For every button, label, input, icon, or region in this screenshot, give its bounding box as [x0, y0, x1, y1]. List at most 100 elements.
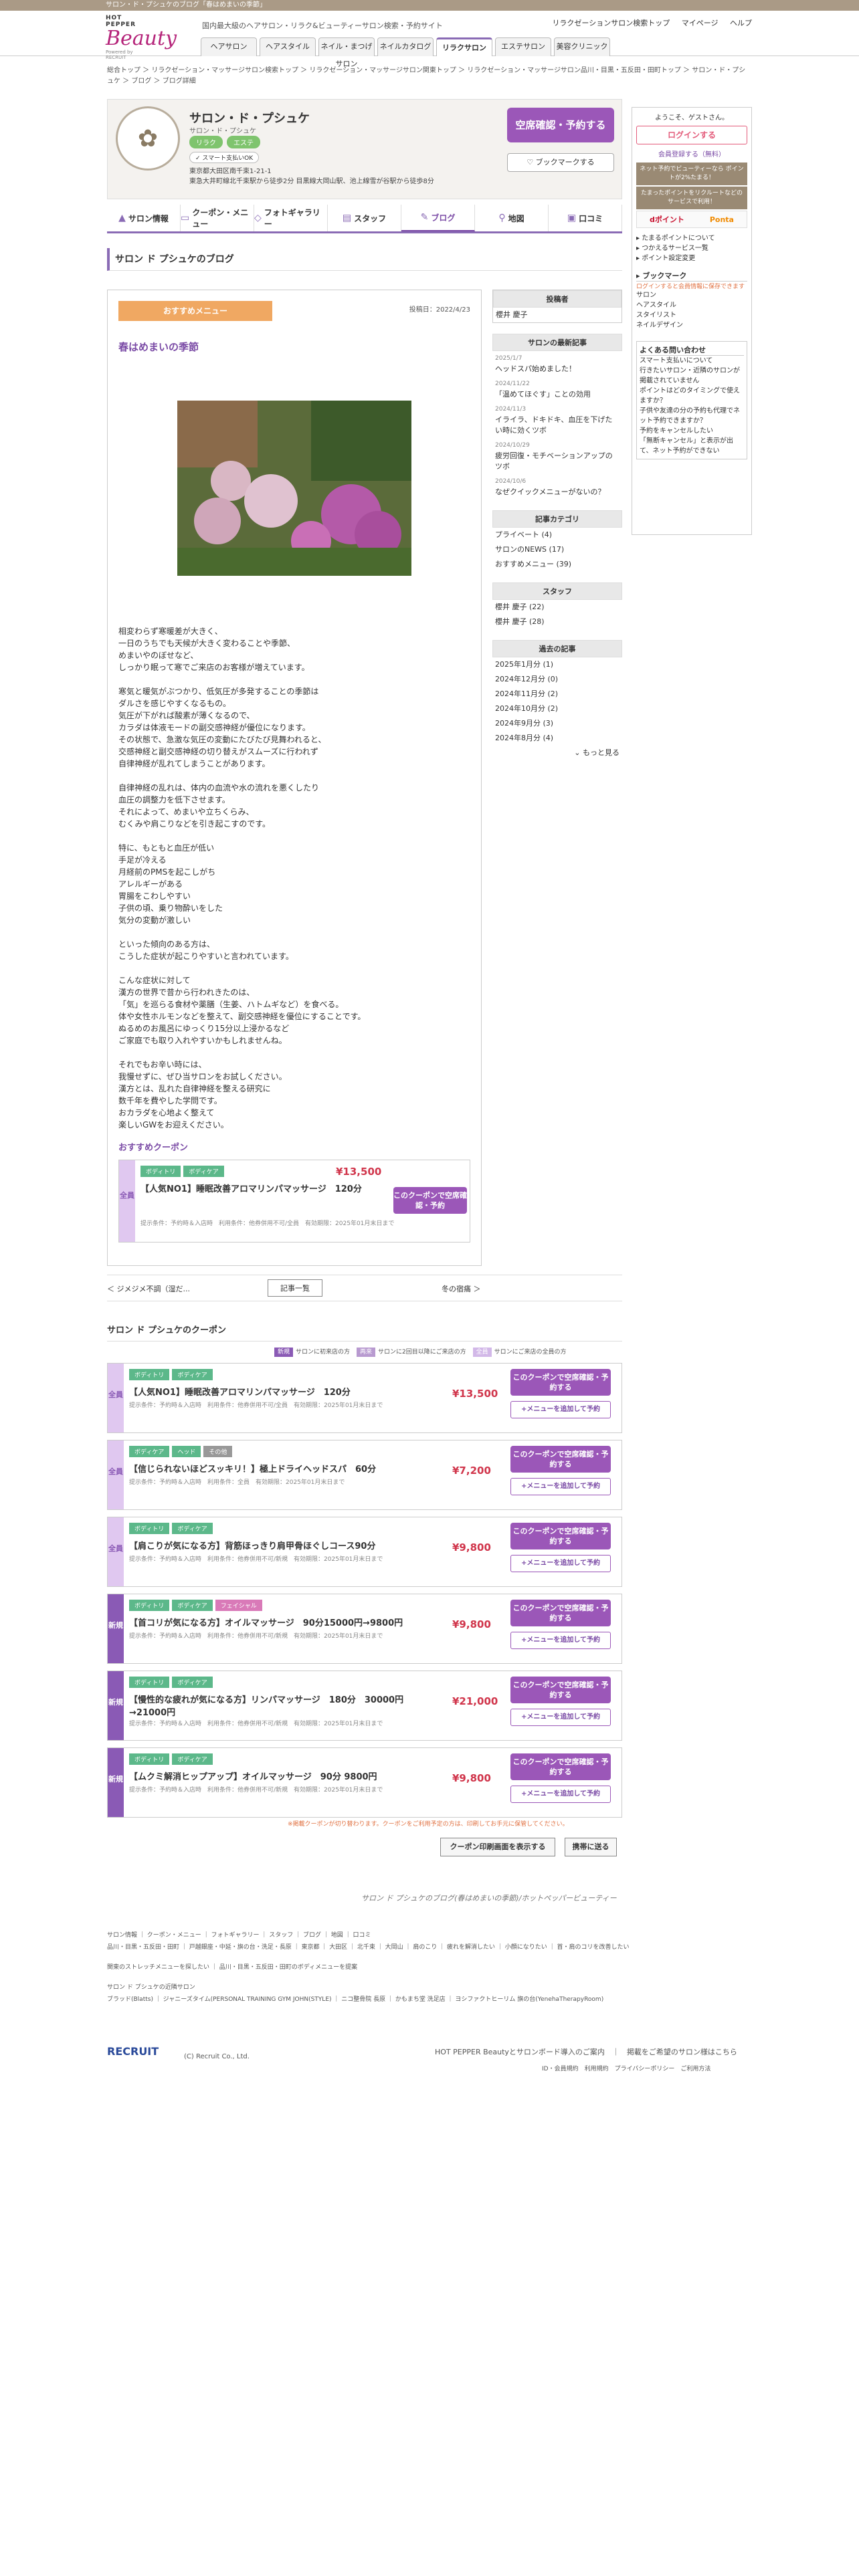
book-button[interactable]: 空席確認・予約する [507, 108, 614, 142]
tab-map[interactable]: ⚲ 地図 [475, 205, 549, 231]
tab-staff[interactable]: ▤ スタッフ [328, 205, 401, 231]
tab-coupon[interactable]: ▭ クーポン・メニュー [181, 205, 254, 231]
coupon-name[interactable]: 【人気NO1】睡眠改善アロマリンパマッサージ 120分 [129, 1385, 351, 1398]
archive-item[interactable]: 2024年11月分 (2) [492, 687, 622, 702]
point-link[interactable]: ▸ たまるポイントについて [636, 233, 747, 243]
footer-link[interactable]: スタッフ [269, 1932, 293, 1939]
bookmark-nail[interactable]: ネイルデザイン [636, 320, 747, 330]
bookmark-hairstyle[interactable]: ヘアスタイル [636, 300, 747, 310]
coupon-name[interactable]: 【人気NO1】睡眠改善アロマリンパマッサージ 120分 [140, 1182, 395, 1194]
faq-item[interactable]: 行きたいサロン・近隣のサロンが掲載されていません [640, 366, 744, 386]
coupon-book-button[interactable]: このクーポンで空席確認・予約 [393, 1187, 467, 1214]
recent-item[interactable]: 2024/11/3 イライラ、ドキドキ、血圧を下げたい時に効くツボ [492, 402, 622, 438]
faq-item[interactable]: ポイントはどのタイミングで使えますか？ [640, 386, 744, 406]
next-post-link[interactable]: 冬の宿痛 ＞ [442, 1283, 481, 1294]
coupon-book-button[interactable]: このクーポンで空席確認・予約する [510, 1677, 611, 1703]
gnav-clinic[interactable]: 美容クリニック [554, 37, 610, 56]
gnav-nailcatalog[interactable]: ネイルカタログ [377, 37, 434, 56]
prev-post-link[interactable]: ＜ ジメジメ不調（湿だ... [107, 1283, 190, 1294]
gnav-esthe[interactable]: エステサロン [495, 37, 551, 56]
footer-business-links[interactable]: HOT PEPPER Beautyとサロンボード導入のご案内 ｜ 掲載をご希望の… [435, 2046, 737, 2057]
footer-link[interactable]: ブログ [303, 1932, 321, 1939]
coupon-name[interactable]: 【慢性的な疲れが気になる方】リンパマッサージ 180分 30000円→21000… [129, 1693, 423, 1718]
footer-link[interactable]: クーポン・メニュー [147, 1932, 201, 1939]
more-link[interactable]: ⌄ もっと見る [492, 746, 622, 760]
coupon-book-button[interactable]: このクーポンで空席確認・予約する [510, 1369, 611, 1396]
coupon-add-menu-button[interactable]: +メニューを追加して予約 [510, 1632, 611, 1649]
footer-link[interactable]: 地図 [331, 1932, 343, 1939]
faq-item[interactable]: 子供や友達の分の予約も代理でネット予約できますか？ [640, 406, 744, 426]
recent-item[interactable]: 2024/10/29 疲労回復・モチベーションアップのツボ [492, 438, 622, 474]
archive-item[interactable]: 2025年1月分 (1) [492, 657, 622, 672]
coupon-name[interactable]: 【信じられないほどスッキリ！】極上ドライヘッドスパ 60分 [129, 1462, 376, 1475]
archive-item[interactable]: 2024年12月分 (0) [492, 672, 622, 687]
mypage-link[interactable]: マイページ [682, 19, 719, 27]
coupon-add-menu-button[interactable]: +メニューを追加して予約 [510, 1401, 611, 1418]
faq-item[interactable]: スマート支払いについて [640, 356, 744, 366]
gnav-relax[interactable]: リラクサロン [436, 37, 492, 56]
recent-title: 疲労回復・モチベーションアップのツボ [495, 451, 613, 471]
recent-item[interactable]: 2024/10/6 なぜクイックメニューがないの？ [492, 474, 622, 500]
tab-photo[interactable]: ◇ フォトギャラリー [254, 205, 328, 231]
coupon-book-button[interactable]: このクーポンで空席確認・予約する [510, 1600, 611, 1626]
coupon-name[interactable]: 【肩こりが気になる方】背筋ほっきり肩甲骨ほぐしコース90分 [129, 1539, 375, 1551]
coupon-name[interactable]: 【首コリが気になる方】オイルマッサージ 90分15000円→9800円 [129, 1616, 403, 1628]
coupon-add-menu-button[interactable]: +メニューを追加して予約 [510, 1478, 611, 1495]
point-setting-link[interactable]: ▸ ポイント設定変更 [636, 253, 747, 263]
tab-review[interactable]: ▣ 口コミ [549, 205, 622, 231]
footer-link[interactable]: 口コミ [353, 1932, 371, 1939]
print-coupon-button[interactable]: クーポン印刷画面を表示する [440, 1838, 555, 1856]
footer-link[interactable]: フォトギャラリー [211, 1932, 260, 1939]
footer-link[interactable]: サロン情報 [107, 1932, 137, 1939]
recent-item[interactable]: 2025/1/7 ヘッドスパ始めました！ [492, 351, 622, 377]
register-link[interactable]: 会員登録する（無料） [636, 148, 747, 158]
coupon-book-button[interactable]: このクーポンで空席確認・予約する [510, 1753, 611, 1780]
smart-pay-badge[interactable]: ✓ スマート支払いOK [189, 152, 260, 163]
category-item[interactable]: プライベート (4) [492, 528, 622, 542]
coupon-price: ¥13,500 [452, 1388, 498, 1400]
coupon-add-menu-button[interactable]: +メニューを追加して予約 [510, 1709, 611, 1726]
coupon-book-button[interactable]: このクーポンで空席確認・予約する [510, 1446, 611, 1473]
archive-item[interactable]: 2024年10月分 (2) [492, 702, 622, 716]
staff-list: スタッフ 櫻井 慶子 (22) 櫻井 慶子 (28) [492, 582, 622, 629]
coupon-tags: ボディトリ ボディケア [129, 1369, 215, 1380]
coupon-book-button[interactable]: このクーポンで空席確認・予約する [510, 1523, 611, 1549]
coupon-add-menu-button[interactable]: +メニューを追加して予約 [510, 1555, 611, 1572]
footer-policy-links[interactable]: ID・会員規約 利用規約 プライバシーポリシー ご利用方法 [542, 2064, 710, 2072]
footer-extra[interactable]: 関東のストレッチメニューを探したい ｜ 品川・目黒・五反田・田町のボディメニュー… [107, 1961, 752, 1973]
archive-item[interactable]: 2024年9月分 (3) [492, 716, 622, 731]
tab-blog[interactable]: ✎ ブログ [401, 205, 475, 231]
category-item[interactable]: おすすめメニュー (39) [492, 557, 622, 572]
service-link[interactable]: ▸ つかえるサービス一覧 [636, 243, 747, 253]
staff-item[interactable]: 櫻井 慶子 (28) [492, 615, 622, 629]
gnav-nail[interactable]: ネイル・まつげサロン [318, 37, 375, 68]
bookmark-salon[interactable]: サロン [636, 290, 747, 300]
coupon-add-menu-button[interactable]: +メニューを追加して予約 [510, 1786, 611, 1803]
coupon-name[interactable]: 【ムクミ解消ヒップアップ】オイルマッサージ 90分 9800円 [129, 1769, 377, 1782]
recommend-menu-badge[interactable]: おすすめメニュー [118, 301, 272, 321]
faq-item[interactable]: 「無断キャンセル」と表示が出て、ネット予約ができない [640, 436, 744, 456]
category-item[interactable]: サロンのNEWS (17) [492, 542, 622, 557]
footer-near-list[interactable]: ブラッド(Blatts) ｜ ジャニーズタイム(PERSONAL TRAININ… [107, 1994, 752, 2006]
faq-item[interactable]: 予約をキャンセルしたい [640, 426, 744, 436]
hotpepper-logo[interactable]: HOT PEPPER Beauty Powered by RECRUIT [106, 15, 177, 60]
tab-salon-info[interactable]: ▲ サロン情報 [107, 205, 181, 231]
send-to-mobile-button[interactable]: 携帯に送る [565, 1838, 617, 1856]
gnav-hair[interactable]: ヘアサロン [201, 37, 257, 56]
bookmark-button[interactable]: ♡ ブックマークする [507, 153, 614, 172]
bookmark-heading: ▸ ブックマーク [636, 270, 747, 282]
bookmark-stylist[interactable]: スタイリスト [636, 310, 747, 320]
footer-area[interactable]: 品川・目黒・五反田・田町 ｜ 戸越銀座・中延・旗の台・洗足・長原 ｜ 東京都 ｜… [107, 1941, 752, 1953]
recent-item[interactable]: 2024/11/22 「温めてほぐす」ことの効用 [492, 377, 622, 402]
staff-item[interactable]: 櫻井 慶子 (22) [492, 600, 622, 615]
recent-posts: サロンの最新記事 2025/1/7 ヘッドスパ始めました！ 2024/11/22 「… [492, 334, 622, 500]
archive-item[interactable]: 2024年8月分 (4) [492, 731, 622, 746]
breadcrumb[interactable]: 総合トップ ＞ リラクゼーション・マッサージサロン検索トップ ＞ リラクゼーショ… [107, 66, 752, 87]
post-list-button[interactable]: 記事一覧 [268, 1279, 322, 1297]
relax-search-link[interactable]: リラクゼーションサロン検索トップ [552, 19, 670, 27]
author-name[interactable]: 櫻井 慶子 [493, 308, 622, 322]
recruit-logo[interactable]: RECRUIT [107, 2045, 159, 2058]
gnav-hairstyle[interactable]: ヘアスタイル [260, 37, 316, 56]
help-link[interactable]: ヘルプ [730, 19, 752, 27]
login-button[interactable]: ログインする [636, 126, 747, 144]
